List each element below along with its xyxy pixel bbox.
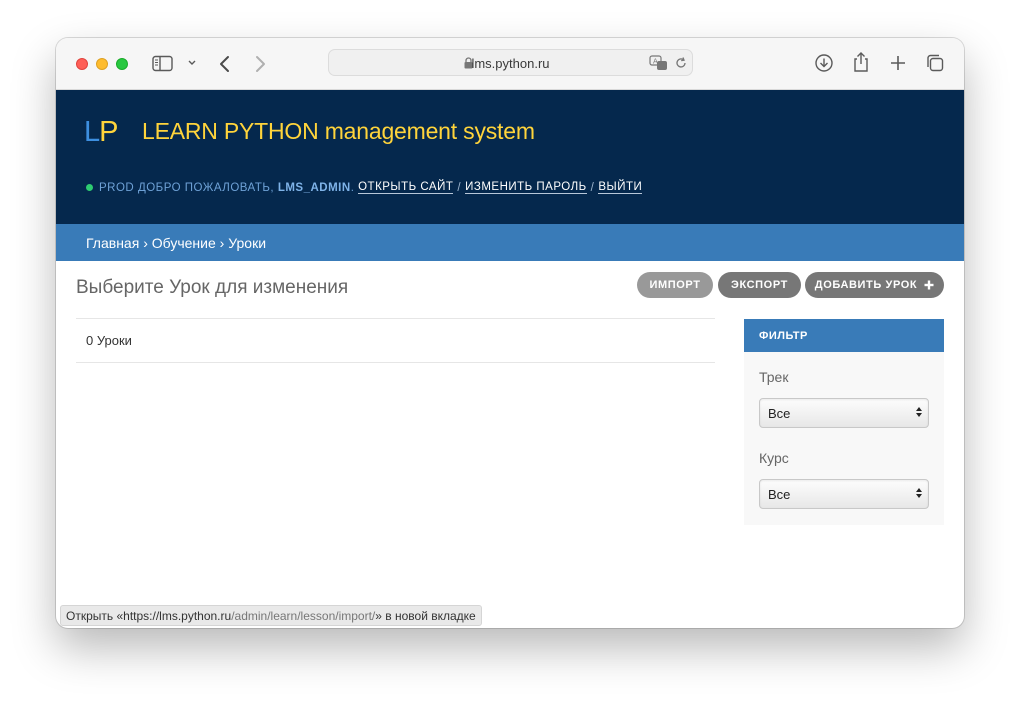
logo-letter-l: L xyxy=(84,116,100,148)
share-icon[interactable] xyxy=(852,51,870,73)
page-title: Выберите Урок для изменения xyxy=(76,277,349,298)
separator: / xyxy=(590,181,595,194)
site-logo[interactable]: LP xyxy=(84,116,119,149)
change-password-link[interactable]: ИЗМЕНИТЬ ПАРОЛЬ xyxy=(465,181,587,194)
chevron-down-icon[interactable] xyxy=(187,59,197,67)
breadcrumb-current: Уроки xyxy=(228,235,267,251)
close-window-button[interactable] xyxy=(76,58,88,70)
breadcrumb-separator: › xyxy=(143,235,148,251)
minimize-window-button[interactable] xyxy=(96,58,108,70)
status-url-path: /admin/learn/lesson/import/ xyxy=(231,609,376,623)
new-tab-icon[interactable] xyxy=(889,54,907,72)
link-status-bar: Открыть «https://lms.python.ru/admin/lea… xyxy=(60,605,482,626)
filter-title: ФИЛЬТР xyxy=(744,319,944,352)
select-arrows-icon xyxy=(916,488,922,498)
username: LMS_ADMIN xyxy=(277,181,351,194)
sidebar-toggle-icon[interactable] xyxy=(152,55,174,72)
logout-link[interactable]: ВЫЙТИ xyxy=(598,181,643,194)
breadcrumb-app[interactable]: Обучение xyxy=(152,235,216,251)
filter-course-label: Курс xyxy=(759,450,789,466)
plus-icon xyxy=(924,278,934,293)
browser-toolbar: lms.python.ru A xyxy=(56,38,964,90)
select-arrows-icon xyxy=(916,407,922,417)
translate-icon[interactable]: A xyxy=(649,55,669,71)
tab-overview-icon[interactable] xyxy=(925,53,945,73)
result-count: 0 Уроки xyxy=(86,333,132,348)
user-tools: PROD ДОБРО ПОЖАЛОВАТЬ, LMS_ADMIN. ОТКРЫТ… xyxy=(86,181,643,194)
status-suffix: » в новой вкладке xyxy=(375,609,476,623)
address-url: lms.python.ru xyxy=(471,56,550,71)
zoom-window-button[interactable] xyxy=(116,58,128,70)
back-arrow-icon[interactable] xyxy=(218,54,232,74)
export-button[interactable]: ЭКСПОРТ xyxy=(718,272,801,298)
reload-icon[interactable] xyxy=(674,56,688,70)
breadcrumb-home[interactable]: Главная xyxy=(86,235,139,251)
welcome-text: ДОБРО ПОЖАЛОВАТЬ, xyxy=(137,181,275,194)
forward-arrow-icon[interactable] xyxy=(253,54,267,74)
add-lesson-button[interactable]: ДОБАВИТЬ УРОК xyxy=(805,272,944,298)
environment-label: PROD xyxy=(99,181,135,194)
result-list: 0 Уроки xyxy=(76,318,715,363)
browser-window: lms.python.ru A LP LEARN PYTHON manageme… xyxy=(56,38,964,628)
filter-track-label: Трек xyxy=(759,369,789,385)
environment-indicator-dot xyxy=(86,184,93,191)
status-url-host: https://lms.python.ru xyxy=(123,609,232,623)
breadcrumb-separator: › xyxy=(219,235,225,251)
breadcrumb: Главная › Обучение › Уроки xyxy=(56,224,964,261)
filter-course-value: Все xyxy=(768,487,791,502)
address-bar[interactable]: lms.python.ru A xyxy=(328,49,693,76)
filter-track-select[interactable]: Все xyxy=(759,398,929,428)
filter-panel: ФИЛЬТР Трек Все Курс Все xyxy=(744,319,944,525)
site-header: LP LEARN PYTHON management system PROD Д… xyxy=(56,90,964,224)
status-prefix: Открыть « xyxy=(66,609,124,623)
downloads-icon[interactable] xyxy=(814,53,834,73)
separator: / xyxy=(457,181,462,194)
site-brand[interactable]: LEARN PYTHON management system xyxy=(142,118,535,145)
filter-track-value: Все xyxy=(768,406,791,421)
svg-text:A: A xyxy=(653,58,658,66)
filter-course-select[interactable]: Все xyxy=(759,479,929,509)
view-site-link[interactable]: ОТКРЫТЬ САЙТ xyxy=(358,181,454,194)
add-lesson-label: ДОБАВИТЬ УРОК xyxy=(814,279,918,291)
import-button[interactable]: ИМПОРТ xyxy=(637,272,713,298)
logo-letter-p: P xyxy=(99,116,118,148)
